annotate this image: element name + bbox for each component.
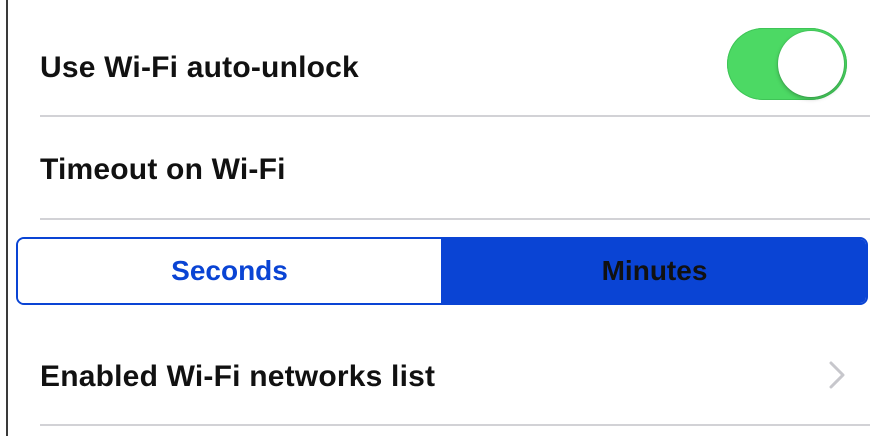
timeout-unit-segmented-control: Seconds Minutes [16, 237, 868, 305]
timeout-label: Timeout on Wi-Fi [40, 153, 286, 186]
divider [40, 218, 870, 220]
divider [40, 115, 870, 117]
networks-list-label: Enabled Wi-Fi networks list [40, 360, 436, 393]
segment-minutes[interactable]: Minutes [443, 239, 866, 303]
wifi-auto-unlock-label: Use Wi-Fi auto-unlock [40, 51, 359, 84]
toggle-knob [778, 31, 844, 97]
chevron-right-icon[interactable] [826, 360, 848, 390]
divider [40, 424, 870, 426]
timeout-row: Timeout on Wi-Fi [40, 140, 870, 200]
segment-seconds[interactable]: Seconds [18, 239, 443, 303]
wifi-auto-unlock-toggle[interactable] [727, 28, 847, 100]
frame-border [6, 0, 8, 436]
networks-list-row[interactable]: Enabled Wi-Fi networks list [40, 345, 870, 409]
